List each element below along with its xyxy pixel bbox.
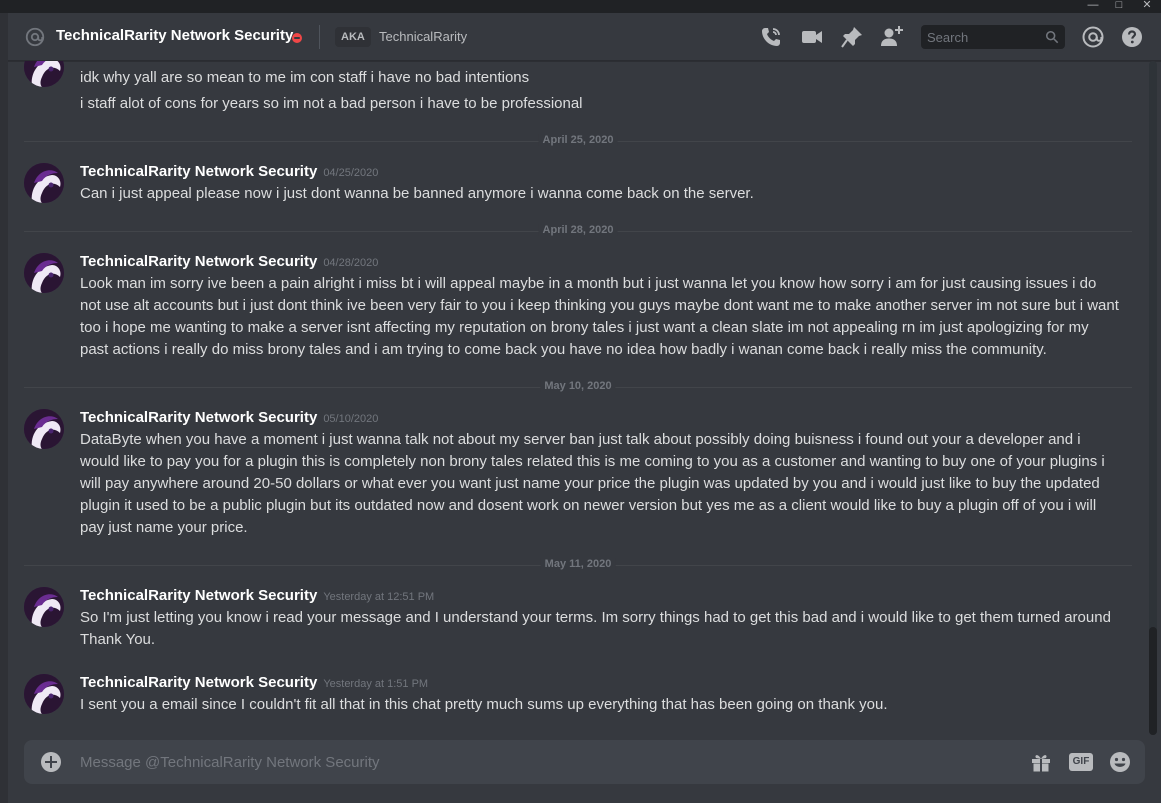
search-icon: [1045, 30, 1059, 44]
message-author[interactable]: TechnicalRarity Network Security 04/28/20…: [80, 253, 378, 270]
message-list[interactable]: idk why yall are so mean to me im con st…: [8, 61, 1148, 735]
message-scrollbar[interactable]: [1149, 61, 1157, 735]
window-chrome: — □ ✕: [0, 0, 1161, 13]
avatar[interactable]: [24, 587, 64, 627]
date-divider-label: May 10, 2020: [540, 380, 616, 392]
message-timestamp: Yesterday at 12:51 PM: [323, 591, 435, 603]
message-text: i staff alot of cons for years so im not…: [80, 95, 583, 112]
message-author[interactable]: TechnicalRarity Network Security Yesterda…: [80, 587, 434, 604]
message-author[interactable]: TechnicalRarity Network Security Yesterda…: [80, 674, 428, 691]
scrollbar-thumb[interactable]: [1149, 627, 1157, 735]
message-timestamp: 04/25/2020: [323, 167, 379, 179]
voice-call-icon[interactable]: [759, 25, 783, 49]
date-divider-label: April 25, 2020: [538, 134, 618, 146]
author-name[interactable]: TechnicalRarity Network Security: [80, 163, 317, 180]
avatar[interactable]: [24, 253, 64, 293]
minimize-icon[interactable]: —: [1086, 0, 1100, 12]
search-bar[interactable]: [921, 25, 1065, 49]
message-author[interactable]: TechnicalRarity Network Security 04/25/20…: [80, 163, 378, 180]
date-divider: April 25, 2020: [24, 134, 1132, 146]
message-text: I sent you a email since I couldn't fit …: [80, 696, 888, 713]
date-divider-label: April 28, 2020: [538, 224, 618, 236]
search-input[interactable]: [921, 25, 1041, 49]
author-name[interactable]: TechnicalRarity Network Security: [80, 674, 317, 691]
pin-icon[interactable]: [840, 25, 864, 49]
author-name[interactable]: TechnicalRarity Network Security: [80, 587, 317, 604]
close-icon[interactable]: ✕: [1140, 0, 1154, 12]
message-text: DataByte when you have a moment i just w…: [80, 431, 1105, 536]
gift-icon[interactable]: [1029, 750, 1053, 774]
aka-badge: AKA: [335, 27, 371, 47]
at-icon: [25, 27, 45, 47]
maximize-icon[interactable]: □: [1112, 0, 1126, 12]
author-name[interactable]: TechnicalRarity Network Security: [80, 409, 317, 426]
author-name[interactable]: TechnicalRarity Network Security: [80, 253, 317, 270]
date-divider: May 11, 2020: [24, 558, 1132, 570]
bottom-padding: [8, 784, 1161, 803]
gif-button[interactable]: GIF: [1069, 753, 1093, 771]
header-divider: [319, 25, 320, 49]
avatar[interactable]: [24, 409, 64, 449]
message-text: Can i just appeal please now i just dont…: [80, 185, 754, 202]
upload-plus-icon[interactable]: [41, 752, 61, 772]
message-author[interactable]: TechnicalRarity Network Security 05/10/20…: [80, 409, 378, 426]
message-composer: GIF: [24, 740, 1145, 784]
aka-name: TechnicalRarity: [379, 29, 468, 44]
help-icon[interactable]: [1120, 25, 1144, 49]
date-divider: April 28, 2020: [24, 224, 1132, 236]
avatar[interactable]: [24, 163, 64, 203]
message-timestamp: Yesterday at 1:51 PM: [323, 678, 429, 690]
message-input[interactable]: [80, 740, 1010, 784]
avatar[interactable]: [24, 61, 64, 87]
date-divider: May 10, 2020: [24, 380, 1132, 392]
emoji-icon[interactable]: [1108, 750, 1132, 774]
dnd-status-icon: [292, 33, 302, 43]
sidebar-edge: [0, 13, 8, 803]
message-timestamp: 04/28/2020: [323, 257, 379, 269]
add-friend-icon[interactable]: [880, 25, 904, 49]
avatar[interactable]: [24, 674, 64, 714]
message-text: So I'm just letting you know i read your…: [80, 609, 1111, 648]
channel-header: TechnicalRarity Network Security AKA Tec…: [8, 13, 1161, 61]
dm-title: TechnicalRarity Network Security: [56, 27, 294, 44]
message-text: idk why yall are so mean to me im con st…: [80, 69, 530, 86]
date-divider-label: May 11, 2020: [540, 558, 616, 570]
message-timestamp: 05/10/2020: [323, 413, 379, 425]
video-call-icon[interactable]: [800, 25, 824, 49]
message-text: Look man im sorry ive been a pain alrigh…: [80, 275, 1119, 358]
mentions-icon[interactable]: [1081, 25, 1105, 49]
